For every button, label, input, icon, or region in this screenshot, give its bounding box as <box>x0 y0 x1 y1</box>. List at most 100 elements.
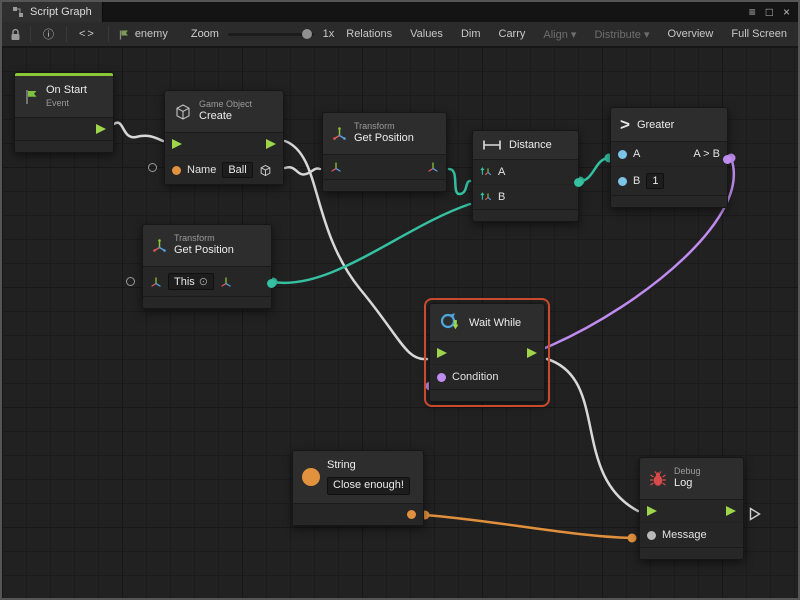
info-icon[interactable]: ⓘ <box>40 24 57 44</box>
target-picker-icon: ⊙ <box>199 275 208 288</box>
node-title: Create <box>199 110 252 124</box>
fullscreen-button[interactable]: Full Screen <box>728 26 790 42</box>
chevron-down-icon: ▾ <box>571 29 577 41</box>
graph-asset-icon <box>118 28 131 41</box>
node-distance[interactable]: Distance A <box>472 130 579 222</box>
node-wait-while[interactable]: Wait While Condition <box>429 303 545 402</box>
wire-create-to-getposition[interactable] <box>285 167 320 174</box>
target-field[interactable]: This⊙ <box>168 273 214 290</box>
chevron-down-icon: ▾ <box>644 29 650 41</box>
node-string-literal[interactable]: String Close enough! <box>292 450 424 526</box>
toolbar-separator <box>66 26 67 42</box>
flow-in-port[interactable] <box>647 506 657 516</box>
vector-b-in-port[interactable] <box>480 191 492 203</box>
wire-distance-to-greater[interactable] <box>580 158 609 181</box>
result-out-port[interactable] <box>723 155 732 164</box>
flow-out-port[interactable] <box>726 506 736 516</box>
node-category: Game Object <box>199 99 252 110</box>
flow-in-port[interactable] <box>437 348 447 358</box>
node-title: Wait While <box>469 317 521 329</box>
node-create-game-object[interactable]: Game Object Create Name Ball <box>164 90 284 185</box>
node-greater[interactable]: > Greater A A > B B 1 <box>610 107 728 208</box>
node-footer <box>611 195 727 207</box>
distribute-dropdown[interactable]: Distribute ▾ <box>591 26 652 43</box>
graph-asset-chip[interactable]: enemy <box>118 28 168 41</box>
port-label: B <box>498 191 505 203</box>
position-out-dot[interactable] <box>267 279 276 288</box>
node-footer <box>143 296 271 308</box>
lock-icon[interactable] <box>10 28 21 41</box>
name-value-field[interactable]: Ball <box>222 162 252 178</box>
graph-name: enemy <box>135 28 168 40</box>
transform-icon <box>332 126 347 141</box>
unconnected-port-indicator[interactable] <box>126 277 135 286</box>
graph-window-icon <box>12 6 24 18</box>
node-get-position-self[interactable]: Transform Get Position This⊙ <box>142 224 272 309</box>
port-label: B <box>633 175 640 187</box>
b-value-field[interactable]: 1 <box>646 173 664 189</box>
maximize-icon[interactable]: □ <box>766 6 773 18</box>
flow-out-port[interactable] <box>96 124 106 134</box>
values-button[interactable]: Values <box>407 26 446 42</box>
flow-in-port[interactable] <box>172 139 182 149</box>
vector-a-in-port[interactable] <box>480 166 492 178</box>
node-get-position-enemy[interactable]: Transform Get Position <box>322 112 447 192</box>
zoom-label: Zoom <box>191 28 219 40</box>
close-icon[interactable]: × <box>783 6 790 18</box>
b-in-port[interactable] <box>618 177 627 186</box>
transform-in-port[interactable] <box>330 161 342 173</box>
wire-waitwhile-to-log[interactable] <box>547 359 638 511</box>
relations-button[interactable]: Relations <box>343 26 395 42</box>
node-on-start-event[interactable]: On Start Event <box>14 72 114 153</box>
transform-icon <box>152 238 167 253</box>
zoom-value: 1x <box>323 28 335 40</box>
position-out-port[interactable] <box>220 276 232 288</box>
port-label: A <box>498 166 505 178</box>
message-in-port[interactable] <box>647 531 656 540</box>
distance-out-port[interactable] <box>574 178 583 187</box>
node-subtitle: Event <box>46 98 87 109</box>
wire-getposition-to-distance-b[interactable] <box>273 204 470 283</box>
node-footer <box>15 140 113 152</box>
toolbar-separator <box>108 26 109 42</box>
align-dropdown[interactable]: Align ▾ <box>540 26 579 43</box>
window-menu-icon[interactable]: ≡ <box>749 6 756 18</box>
a-in-port[interactable] <box>618 150 627 159</box>
position-out-port[interactable] <box>427 161 439 173</box>
string-out-port[interactable] <box>407 510 416 519</box>
flag-icon <box>24 89 39 105</box>
transform-in-port[interactable] <box>150 276 162 288</box>
node-title: On Start <box>46 84 87 98</box>
cube-icon <box>174 103 192 121</box>
flow-out-port[interactable] <box>266 139 276 149</box>
node-footer <box>323 179 446 191</box>
zoom-slider[interactable] <box>228 33 314 36</box>
carry-button[interactable]: Carry <box>496 26 529 42</box>
port-label: A <box>633 148 640 160</box>
string-value-field[interactable]: Close enough! <box>327 477 410 495</box>
code-view-icon[interactable]: <> <box>76 26 99 42</box>
flow-out-port[interactable] <box>527 348 537 358</box>
graph-toolbar: ⓘ <> enemy Zoom 1x Relations Values Dim … <box>2 22 798 47</box>
wire-onstart-to-create[interactable] <box>114 123 163 141</box>
overview-button[interactable]: Overview <box>665 26 717 42</box>
output-label: A > B <box>693 148 720 160</box>
tab-script-graph[interactable]: Script Graph <box>2 2 103 22</box>
toolbar-separator <box>30 26 31 42</box>
node-debug-log[interactable]: Debug Log Message <box>639 457 744 560</box>
unconnected-port-indicator[interactable] <box>148 163 157 172</box>
graph-canvas[interactable]: On Start Event G <box>2 47 798 598</box>
name-input-port[interactable] <box>172 166 181 175</box>
bug-icon <box>649 471 667 487</box>
node-category: Transform <box>354 121 414 132</box>
wire-string-to-message[interactable] <box>425 515 632 538</box>
title-bar: Script Graph ≡ □ × <box>2 2 798 22</box>
node-title: Distance <box>509 139 552 151</box>
condition-in-port[interactable] <box>437 373 446 382</box>
game-object-out-port[interactable] <box>259 164 272 177</box>
dim-button[interactable]: Dim <box>458 26 484 42</box>
node-title: Log <box>674 477 701 491</box>
script-graph-window: Script Graph ≡ □ × ⓘ <> enemy Zoom 1x <box>0 0 800 600</box>
zoom-slider-handle[interactable] <box>302 29 312 39</box>
wire-getposition-to-distance-a[interactable] <box>449 169 470 194</box>
